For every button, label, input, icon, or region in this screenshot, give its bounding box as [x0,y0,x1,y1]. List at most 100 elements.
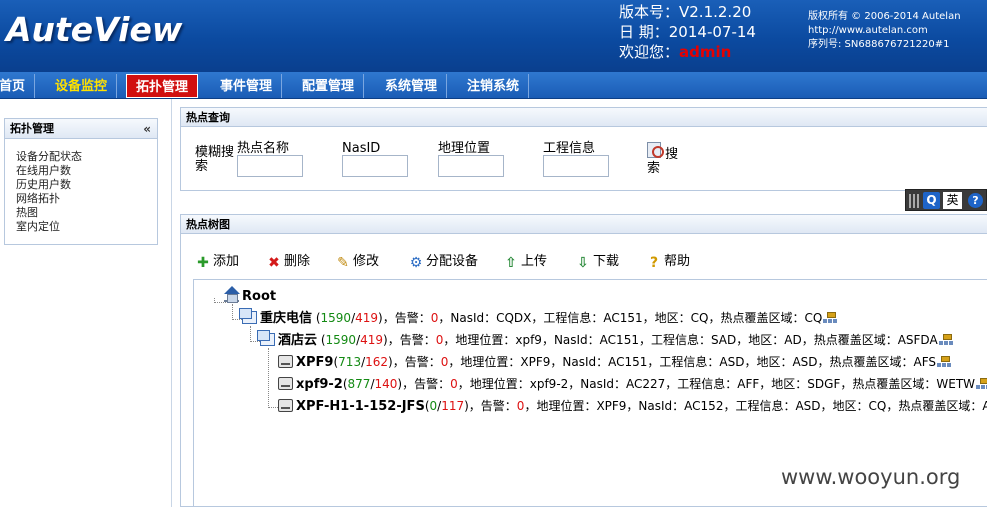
delete-button[interactable]: ✖ 删除 [267,253,310,271]
tree-connector [268,348,278,408]
assign-device-button[interactable]: ⚙ 分配设备 [409,253,478,271]
current-user: admin [679,43,732,61]
add-button[interactable]: ✚ 添加 [196,253,239,271]
download-button-label: 下载 [593,254,620,269]
assign-device-label: 分配设备 [426,254,479,269]
tree-node[interactable]: 酒店云 (1590/419)，告警：0，地理位置：xpf9，NasId：AC15… [257,330,954,349]
ime-toolbar: Q 英 ? [905,189,987,211]
main-nav: 首页 设备监控 拓扑管理 事件管理 配置管理 系统管理 注销系统 [0,72,987,99]
node-info-a: ，告警： [468,399,517,413]
website-text: http://www.autelan.com [808,25,928,36]
search-button[interactable]: 搜 索 [647,142,687,182]
panel-divider[interactable] [171,99,172,507]
node-offline-count: 419 [360,333,384,347]
location-label: 地理位置 [438,141,491,156]
help-button-label: 帮助 [664,254,691,269]
topology-icon[interactable] [976,378,987,390]
collapse-icon[interactable]: « [143,119,151,139]
nav-config[interactable]: 配置管理 [293,74,365,98]
upload-button[interactable]: ⇧ 上传 [504,253,547,271]
nav-home[interactable]: 首页 [0,74,36,98]
copyright-text: 版权所有 © 2006-2014 Autelan [808,11,961,22]
node-info-a: ，告警： [392,355,441,369]
sidebar-item-online-users[interactable]: 在线用户数 [16,164,157,178]
group-icon [239,308,257,324]
node-info-a: ，告警： [402,377,451,391]
nav-logout[interactable]: 注销系统 [458,74,530,98]
sidebar-item-network-topology[interactable]: 网络拓扑 [16,192,157,206]
tree-node[interactable]: XPF-H1-1-152-JFS(0/117)，告警：0，地理位置：XPF9，N… [278,398,987,415]
nasid-label: NasID [342,141,381,156]
nasid-input[interactable] [342,155,408,177]
search-panel-title: 热点查询 [181,108,987,127]
fuzzy-search-label: 模糊搜 索 [195,146,234,174]
download-button[interactable]: ⇩ 下载 [576,253,619,271]
ime-help-icon[interactable]: ? [968,193,983,208]
ime-language-toggle[interactable]: 英 [943,192,962,209]
node-info-b: ，地理位置：xpf9-2，NasId：AC227，工程信息：AFF，地区：SDG… [457,377,976,391]
nav-system[interactable]: 系统管理 [376,74,448,98]
download-icon: ⇩ [577,255,589,271]
node-alarm-count: 0 [450,377,458,391]
node-name: xpf9-2 [296,377,343,392]
watermark: www.wooyun.org [781,465,961,489]
node-offline-count: 162 [365,355,389,369]
node-offline-count: 419 [355,311,379,325]
project-info-label: 工程信息 [543,141,596,156]
node-info-a: ，告警： [382,311,431,325]
add-button-label: 添加 [213,254,240,269]
sidebar-item-indoor-location[interactable]: 室内定位 [16,220,157,234]
access-point-icon [278,355,293,368]
node-online-count: 1590 [320,311,352,325]
hotspot-name-label: 热点名称 [237,141,290,156]
search-button-label-2: 索 [647,161,661,176]
upload-button-label: 上传 [521,254,548,269]
node-name: XPF9 [296,355,334,370]
ime-logo-icon[interactable]: Q [923,192,940,209]
node-online-count: 713 [338,355,362,369]
edit-button[interactable]: ✎ 修改 [336,253,379,271]
node-info-b: ，地理位置：XPF9，NasId：AC152，工程信息：ASD，地区：CQ，热点… [524,399,987,413]
nav-topology[interactable]: 拓扑管理 [126,74,199,98]
access-point-icon [278,377,293,390]
node-name: 重庆电信 [260,311,313,326]
sidebar-item-device-assign[interactable]: 设备分配状态 [16,150,157,164]
sidebar-item-heatmap[interactable]: 热图 [16,206,157,220]
home-icon [224,286,240,303]
topology-icon[interactable] [937,356,953,368]
assign-device-icon: ⚙ [409,255,423,271]
topology-icon[interactable] [938,334,954,346]
location-input[interactable] [438,155,504,177]
sidebar: 拓扑管理 « 设备分配状态 在线用户数 历史用户数 网络拓扑 热图 室内定位 [4,118,158,245]
node-info-b: ，地理位置：XPF9，NasId：AC151，工程信息：ASD，地区：ASD，热… [448,355,937,369]
help-button[interactable]: ? 帮助 [647,253,690,271]
node-online-count: 1590 [325,333,357,347]
help-icon: ? [649,255,659,271]
hotspot-tree-panel: 热点树图 ✚ 添加 ✖ 删除 ✎ 修改 ⚙ 分配设备 ⇧ 上传 ⇩ 下载 ? 帮助 Root … [180,214,987,507]
nav-events[interactable]: 事件管理 [211,74,283,98]
tree-node[interactable]: XPF9(713/162)，告警：0，地理位置：XPF9，NasId：AC151… [278,354,953,371]
add-icon: ✚ [197,255,209,271]
drag-grip-icon[interactable] [909,194,919,208]
node-name: Root [242,289,277,304]
copyright-info: 版权所有 © 2006-2014 Autelan http://www.aute… [808,10,961,52]
tree-node-root[interactable]: Root [224,286,277,305]
delete-icon: ✖ [268,255,280,271]
edit-icon: ✎ [337,255,349,271]
sidebar-item-history-users[interactable]: 历史用户数 [16,178,157,192]
project-info-input[interactable] [543,155,609,177]
nav-device-monitor[interactable]: 设备监控 [46,74,118,98]
tree-node[interactable]: 重庆电信 (1590/419)，告警：0，NasId：CQDX，工程信息：AC1… [239,308,839,327]
sidebar-list: 设备分配状态 在线用户数 历史用户数 网络拓扑 热图 室内定位 [5,139,157,234]
version-line: 版本号：V2.1.2.20 [619,3,752,21]
node-name: XPF-H1-1-152-JFS [296,399,425,414]
topology-icon[interactable] [823,312,839,324]
tree-node[interactable]: xpf9-2(877/140)，告警：0，地理位置：xpf9-2，NasId：A… [278,376,987,393]
edit-button-label: 修改 [353,254,380,269]
node-online-count: 877 [347,377,371,391]
access-point-icon [278,399,293,412]
hotspot-search-panel: 热点查询 模糊搜 索 热点名称 NasID 地理位置 工程信息 搜 索 [180,107,987,191]
hotspot-name-input[interactable] [237,155,303,177]
upload-icon: ⇧ [505,255,517,271]
node-info-b: ，NasId：CQDX，工程信息：AC151，地区：CQ，热点覆盖区域：CQ [438,311,823,325]
